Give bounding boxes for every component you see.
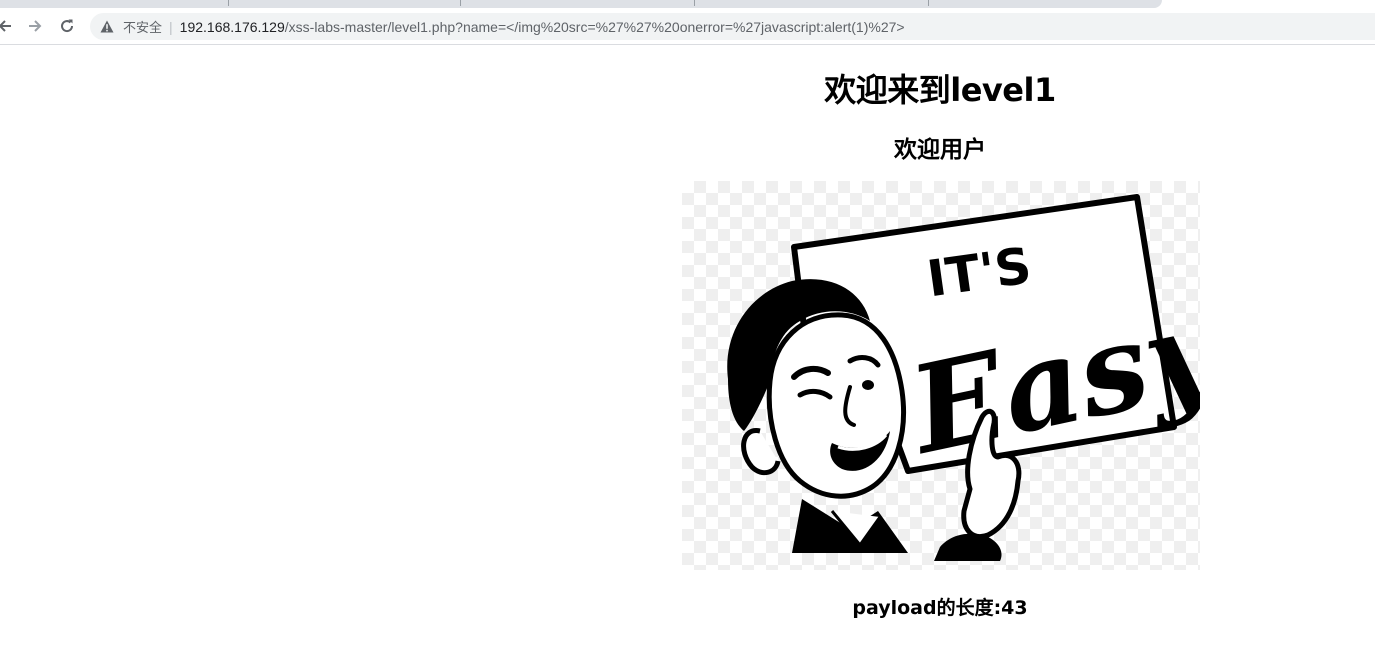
its-easy-illustration: IT'S Easy [727, 194, 1236, 561]
page-heading: 欢迎来到level1 [824, 71, 1056, 109]
browser-toolbar: 不安全 | 192.168.176.129 /xss-labs-master/l… [0, 9, 1375, 45]
forward-button[interactable] [22, 13, 48, 39]
security-status-label[interactable]: 不安全 [123, 17, 162, 36]
its-easy-image: IT'S Easy [682, 181, 1236, 570]
page-content: 欢迎来到level1 欢迎用户 IT'S Easy payload的长度:43 [0, 45, 1375, 665]
tab-separator [694, 0, 695, 6]
tab-strip-background [0, 0, 1162, 8]
forward-arrow-icon [29, 20, 42, 32]
payload-length-label: payload的长度:43 [852, 597, 1028, 619]
tab-strip [0, 0, 1375, 9]
back-arrow-icon [0, 20, 11, 32]
sleeve [934, 533, 1002, 561]
address-divider: | [169, 18, 173, 35]
url-path[interactable]: /xss-labs-master/level1.php?name=</img%2… [285, 19, 905, 35]
welcome-subheading: 欢迎用户 [894, 137, 986, 163]
tab-separator [460, 0, 461, 6]
address-bar[interactable]: 不安全 | 192.168.176.129 /xss-labs-master/l… [90, 13, 1375, 40]
warning-triangle-icon[interactable] [99, 19, 115, 35]
back-button[interactable] [0, 13, 18, 39]
reload-button[interactable] [54, 13, 80, 39]
url-host[interactable]: 192.168.176.129 [180, 19, 285, 35]
tab-separator [228, 0, 229, 6]
reload-icon [61, 19, 74, 33]
tab-separator [928, 0, 929, 6]
